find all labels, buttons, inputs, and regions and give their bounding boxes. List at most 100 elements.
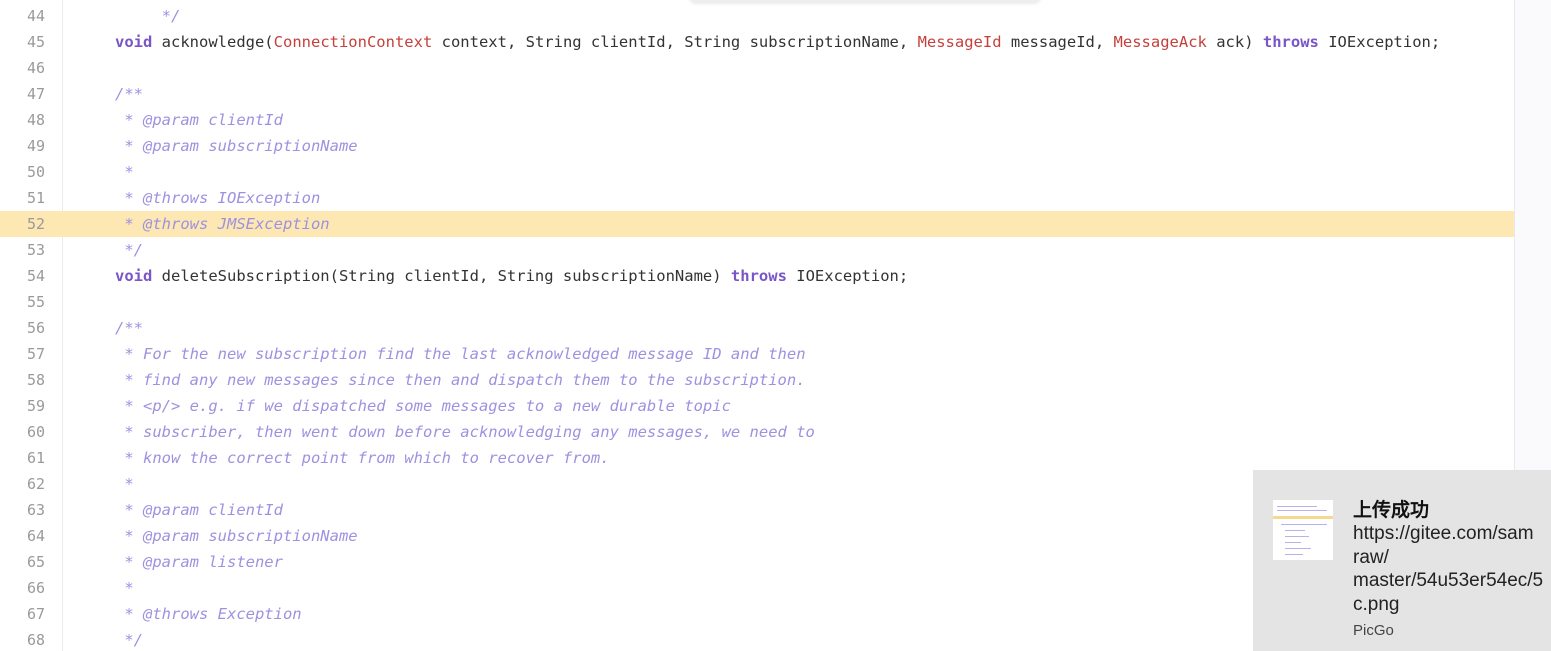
code-text: * @param subscriptionName [115, 133, 358, 159]
code-text: * @throws JMSException [115, 211, 330, 237]
line-number: 57 [26, 345, 45, 363]
code-line[interactable]: 53 */ [0, 237, 1514, 263]
line-number: 59 [26, 397, 45, 415]
line-number: 58 [26, 371, 45, 389]
line-number: 65 [26, 553, 45, 571]
code-token: MessageAck [1113, 33, 1207, 51]
code-line[interactable]: 50 * [0, 159, 1514, 185]
line-number: 50 [26, 163, 45, 181]
line-number: 49 [26, 137, 45, 155]
code-token: acknowledge( [152, 33, 274, 51]
code-text: * know the correct point from which to r… [115, 445, 610, 471]
code-token: IOException; [1318, 33, 1441, 51]
code-text: * For the new subscription find the last… [115, 341, 805, 367]
code-text: */ [115, 627, 143, 651]
code-text: * @param subscriptionName [115, 523, 358, 549]
code-token: * @throws JMSException [115, 215, 330, 233]
line-number: 61 [26, 449, 45, 467]
code-token: IOException; [786, 267, 909, 285]
code-text: */ [115, 3, 181, 29]
code-token: /** [115, 85, 143, 103]
line-number: 51 [26, 189, 45, 207]
notification-title: 上传成功 [1353, 500, 1430, 521]
code-token: * @throws IOException [115, 189, 321, 207]
line-number: 54 [26, 267, 45, 285]
code-line[interactable]: 46 [0, 55, 1514, 81]
code-line[interactable]: 48 * @param clientId [0, 107, 1514, 133]
line-number: 44 [26, 7, 45, 25]
code-text: * find any new messages since then and d… [115, 367, 806, 393]
code-line[interactable]: 57 * For the new subscription find the l… [0, 341, 1514, 367]
line-number: 53 [26, 241, 45, 259]
code-text: * @param clientId [115, 497, 283, 523]
code-token: * subscriber, then went down before ackn… [115, 423, 815, 441]
code-text: /** [115, 81, 143, 107]
line-number: 47 [26, 85, 45, 103]
code-line[interactable]: 61 * know the correct point from which t… [0, 445, 1514, 471]
code-line[interactable]: 47 /** [0, 81, 1514, 107]
code-text: * [115, 575, 134, 601]
code-token: * [115, 475, 134, 493]
code-line[interactable]: 44 */ [0, 3, 1514, 29]
notification-app-name: PicGo [1353, 622, 1394, 639]
code-line[interactable]: 49 * @param subscriptionName [0, 133, 1514, 159]
upload-notification[interactable]: 上传成功 https://gitee.com/sam raw/ master/5… [1253, 470, 1551, 651]
code-token: * @param clientId [115, 111, 283, 129]
code-token: void [115, 33, 153, 51]
code-token: * [115, 163, 134, 181]
code-token: deleteSubscription(String clientId, Stri… [152, 267, 731, 285]
image-thumbnail [1273, 500, 1333, 560]
code-token: * @param subscriptionName [115, 527, 358, 545]
code-line[interactable]: 56 /** [0, 315, 1514, 341]
popup-edge [690, 0, 1040, 2]
code-token: * [115, 579, 134, 597]
code-text: * subscriber, then went down before ackn… [115, 419, 815, 445]
code-text: * @throws IOException [115, 185, 320, 211]
code-line[interactable]: 45 void acknowledge(ConnectionContext con… [0, 29, 1514, 55]
code-token: void [115, 267, 153, 285]
code-token: throws [1262, 33, 1319, 51]
line-number: 68 [26, 631, 45, 649]
code-token: context, String clientId, String subscri… [432, 33, 918, 51]
code-text: void deleteSubscription(String clientId,… [115, 263, 908, 289]
code-line[interactable]: 59 * <p/> e.g. if we dispatched some mes… [0, 393, 1514, 419]
code-token: ConnectionContext [273, 33, 433, 51]
code-line[interactable]: 58 * find any new messages since then an… [0, 367, 1514, 393]
code-text: */ [115, 237, 143, 263]
code-token: */ [115, 631, 143, 649]
line-number: 55 [26, 293, 45, 311]
code-text: * [115, 159, 134, 185]
line-number: 48 [26, 111, 45, 129]
code-text: * @param clientId [115, 107, 283, 133]
code-token: * @param listener [115, 553, 283, 571]
code-token: throws [730, 267, 787, 285]
code-line[interactable]: 55 [0, 289, 1514, 315]
line-number: 45 [26, 33, 45, 51]
line-number: 60 [26, 423, 45, 441]
line-number: 66 [26, 579, 45, 597]
code-text: * <p/> e.g. if we dispatched some messag… [115, 393, 731, 419]
code-token: * @param clientId [115, 501, 283, 519]
code-text: * @param listener [115, 549, 283, 575]
code-token: * @param subscriptionName [115, 137, 358, 155]
line-number: 52 [26, 215, 45, 233]
code-line[interactable]: 51 * @throws IOException [0, 185, 1514, 211]
code-line[interactable]: 60 * subscriber, then went down before a… [0, 419, 1514, 445]
line-number: 67 [26, 605, 45, 623]
code-token: */ [115, 241, 143, 259]
code-token: * find any new messages since then and d… [115, 371, 806, 389]
code-token: */ [115, 7, 181, 25]
line-number: 64 [26, 527, 45, 545]
code-token: MessageId [917, 33, 1002, 51]
notification-message: https://gitee.com/sam raw/ master/54u53e… [1353, 523, 1544, 615]
code-token: * <p/> e.g. if we dispatched some messag… [115, 397, 731, 415]
code-token: ack) [1206, 33, 1263, 51]
code-token: * know the correct point from which to r… [115, 449, 610, 467]
code-line[interactable]: 52 * @throws JMSException [0, 211, 1514, 237]
code-line[interactable]: 54 void deleteSubscription(String clientI… [0, 263, 1514, 289]
line-number: 62 [26, 475, 45, 493]
code-token: /** [115, 319, 143, 337]
line-number: 63 [26, 501, 45, 519]
line-number: 56 [26, 319, 45, 337]
line-number: 46 [26, 59, 45, 77]
